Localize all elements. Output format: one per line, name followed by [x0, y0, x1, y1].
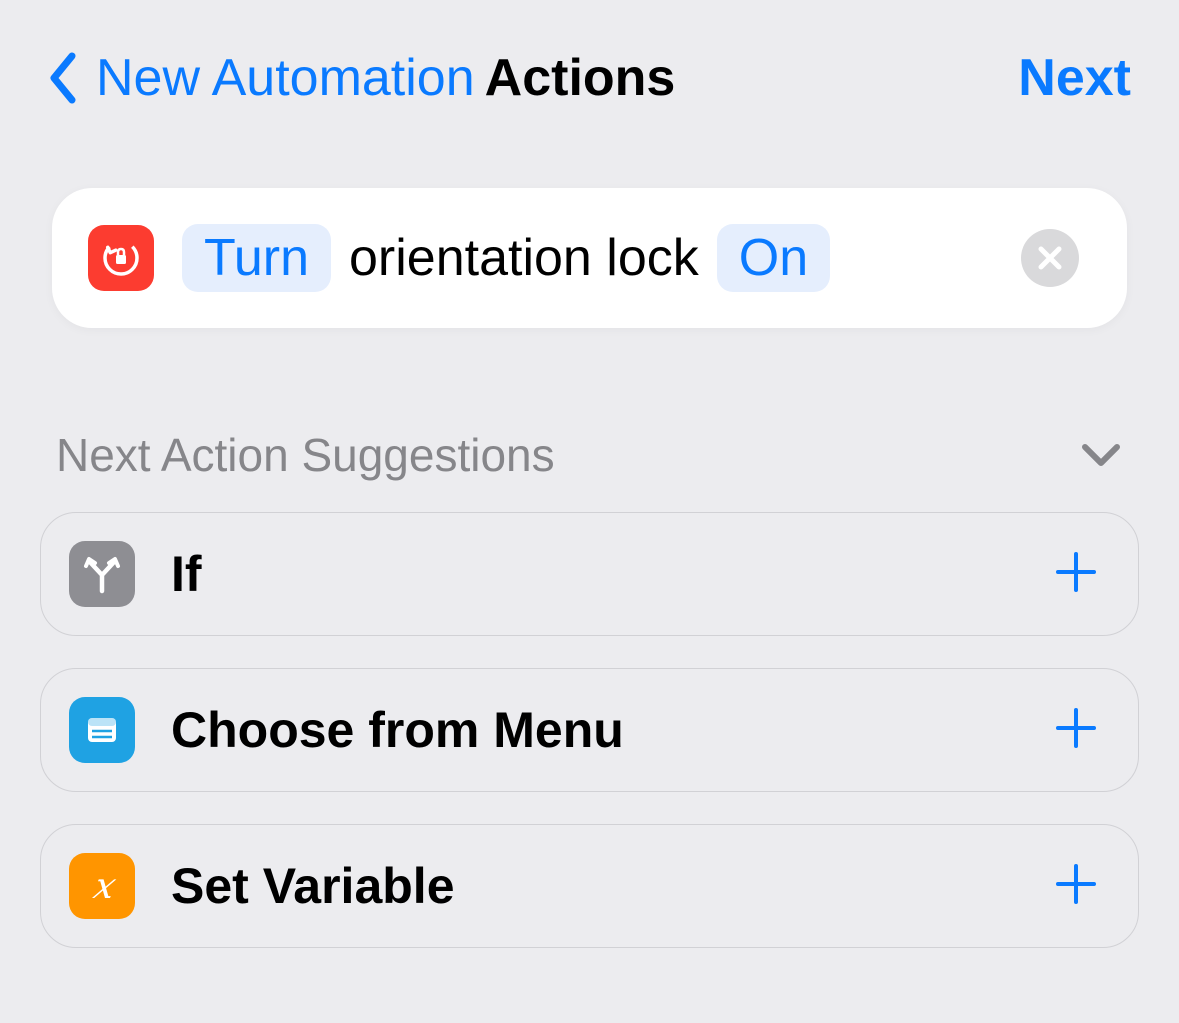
- add-action-button[interactable]: [1054, 700, 1098, 760]
- suggestions-header[interactable]: Next Action Suggestions: [40, 428, 1139, 482]
- if-icon: [69, 541, 135, 607]
- action-card-content: Turn orientation lock On: [182, 224, 993, 292]
- turn-pill[interactable]: Turn: [182, 224, 331, 292]
- suggestion-row-set-variable[interactable]: 𝑥 Set Variable: [40, 824, 1139, 948]
- variable-icon: 𝑥: [69, 853, 135, 919]
- close-icon: [1037, 245, 1063, 271]
- suggestion-label: Choose from Menu: [171, 701, 1018, 759]
- plus-icon: [1054, 706, 1098, 750]
- suggestions-title: Next Action Suggestions: [56, 428, 555, 482]
- page-title: Actions: [485, 48, 676, 108]
- suggestion-label: If: [171, 545, 1018, 603]
- add-action-button[interactable]: [1054, 544, 1098, 604]
- delete-action-button[interactable]: [1021, 229, 1079, 287]
- orientation-lock-icon: [88, 225, 154, 291]
- action-subject: orientation lock: [349, 228, 699, 288]
- plus-icon: [1054, 550, 1098, 594]
- back-chevron-icon[interactable]: [48, 52, 78, 104]
- next-button[interactable]: Next: [1018, 48, 1131, 108]
- chevron-down-icon: [1079, 441, 1123, 469]
- state-pill[interactable]: On: [717, 224, 830, 292]
- menu-icon: [69, 697, 135, 763]
- suggestion-row-if[interactable]: If: [40, 512, 1139, 636]
- add-action-button[interactable]: [1054, 856, 1098, 916]
- plus-icon: [1054, 862, 1098, 906]
- action-card[interactable]: Turn orientation lock On: [52, 188, 1127, 328]
- suggestion-row-choose-from-menu[interactable]: Choose from Menu: [40, 668, 1139, 792]
- back-button[interactable]: New Automation: [96, 48, 475, 108]
- header: New Automation Actions Next: [40, 48, 1139, 108]
- suggestion-label: Set Variable: [171, 857, 1018, 915]
